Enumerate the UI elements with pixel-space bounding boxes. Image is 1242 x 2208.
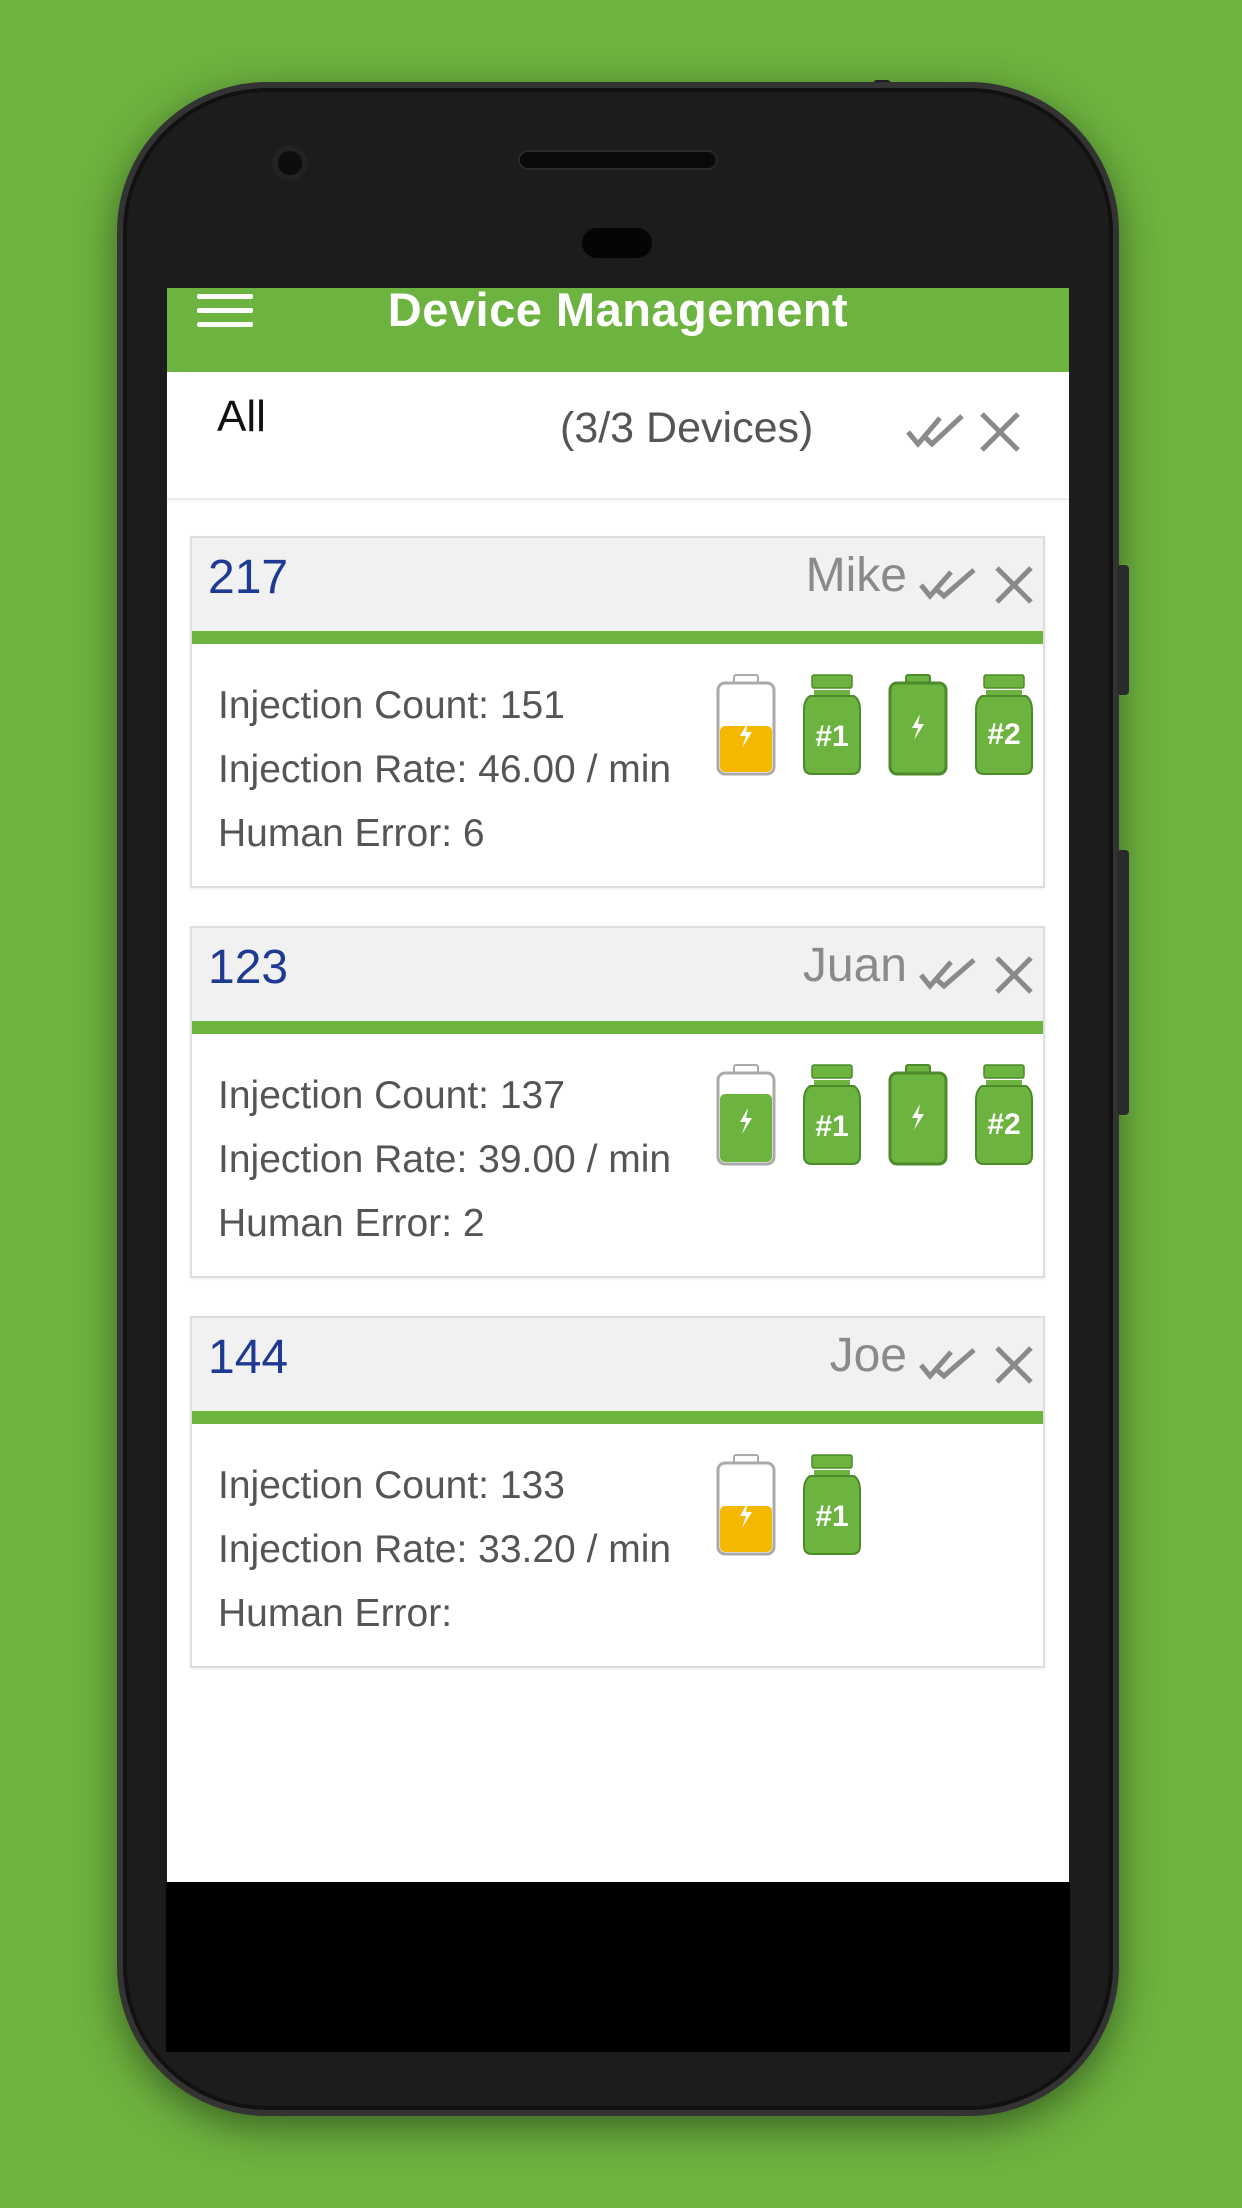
bottle-2-icon: #2 [974,674,1034,776]
device-id: 144 [208,1331,289,1384]
bottle-1-icon: #1 [802,674,862,776]
injection-rate: Injection Rate: 33.20 / min [218,1528,672,1571]
device-check-icon[interactable] [919,958,977,995]
phone-chin [166,1882,1070,2052]
clear-all-close-icon[interactable] [978,410,1022,459]
bottle-2-icon: #2 [974,1064,1034,1166]
device-card[interactable]: 217 Mike Injection Count: 151 Injection … [190,536,1045,888]
battery-full-icon [716,1064,776,1166]
front-camera [272,145,308,181]
bottle-2-label: #2 [987,718,1020,751]
phone-power-button [1117,565,1129,695]
device-id: 217 [208,551,289,604]
device-close-icon[interactable] [993,954,1035,1001]
battery-full-icon [888,674,948,776]
device-count: (3/3 Devices) [560,404,814,452]
bottle-1-icon: #1 [802,1454,862,1556]
device-card-header: 144 Joe [192,1318,1043,1424]
device-card[interactable]: 144 Joe Injection Count: 133 Injection R… [190,1316,1045,1668]
bottle-2-label: #2 [987,1108,1020,1141]
human-error: Human Error: 6 [218,812,485,855]
phone-volume-button [1117,850,1129,1115]
bottle-1-label: #1 [815,720,848,753]
device-list: 217 Mike Injection Count: 151 Injection … [167,500,1069,1668]
device-card-header: 123 Juan [192,928,1043,1034]
bottle-1-label: #1 [815,1110,848,1143]
device-check-icon[interactable] [919,568,977,605]
bottle-1-label: #1 [815,1500,848,1533]
select-all-check-icon[interactable] [906,414,966,453]
device-user-name: Mike [805,549,907,602]
device-status-icons: #1 #2 [716,674,1034,776]
earpiece-speaker [518,150,718,170]
device-card[interactable]: 123 Juan Injection Count: 137 Injection … [190,926,1045,1278]
filter-bar: All (3/3 Devices) [167,372,1069,500]
device-close-icon[interactable] [993,564,1035,611]
filter-dropdown[interactable]: All [217,392,266,442]
device-card-header: 217 Mike [192,538,1043,644]
battery-low-icon [716,1454,776,1556]
device-user-name: Joe [829,1329,907,1382]
page-title: Device Management [387,288,849,336]
device-id: 123 [208,941,289,994]
app-bar: Device Management [167,288,1069,372]
human-error: Human Error: 2 [218,1202,485,1245]
human-error: Human Error: [218,1592,453,1635]
device-close-icon[interactable] [993,1344,1035,1391]
bottle-1-icon: #1 [802,1064,862,1166]
device-status-icons: #1 #2 [716,1064,1034,1166]
app-screen: Device Management All (3/3 Devices) 217 … [167,288,1069,1882]
device-card-body: Injection Count: 133 Injection Rate: 33.… [192,1424,1043,1666]
device-status-icons: #1 [716,1454,862,1556]
injection-count: Injection Count: 133 [218,1464,565,1507]
device-check-icon[interactable] [919,1348,977,1385]
proximity-sensor [582,228,652,258]
device-user-name: Juan [802,939,907,992]
battery-full-icon [888,1064,948,1166]
device-card-body: Injection Count: 137 Injection Rate: 39.… [192,1034,1043,1276]
battery-low-icon [716,674,776,776]
device-card-body: Injection Count: 151 Injection Rate: 46.… [192,644,1043,886]
